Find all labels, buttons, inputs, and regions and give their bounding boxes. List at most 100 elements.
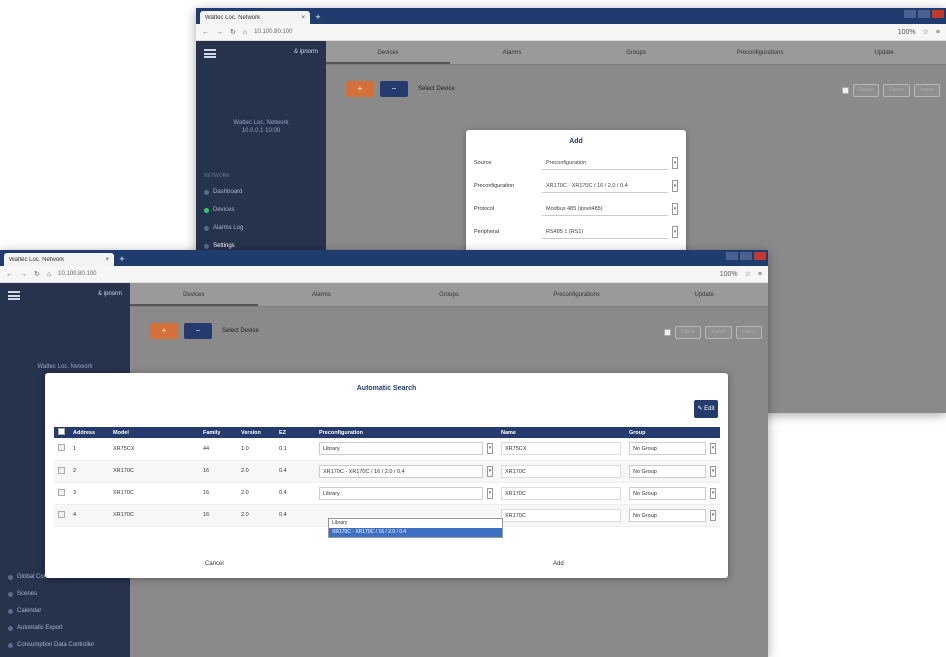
minimize-button[interactable] (726, 252, 738, 260)
peripheral-select[interactable]: RS485 1 (RS1) (542, 225, 668, 239)
select-all-checkbox[interactable] (663, 329, 671, 336)
browser-tab[interactable]: Wattec Loc. Network × (4, 253, 114, 266)
add-device-button[interactable]: + (150, 323, 178, 339)
name-input[interactable]: XR170C (501, 508, 621, 522)
import-button[interactable]: Import (913, 84, 940, 97)
chevron-down-icon[interactable]: ▾ (487, 465, 493, 477)
close-icon[interactable]: × (301, 15, 305, 21)
edit-button[interactable]: ✎ Edit (694, 400, 718, 418)
sidebar-item-devices[interactable]: Devices (204, 207, 234, 213)
url-field[interactable]: 10.100.80.100 (58, 271, 713, 277)
preconfiguration-select[interactable]: XR170C - XR170C / 16 / 2.0 / 0.4 (542, 179, 668, 193)
maximize-button[interactable] (740, 252, 752, 260)
back-icon[interactable]: ← (6, 271, 13, 278)
group-select[interactable]: No Group (629, 486, 706, 500)
new-tab-button[interactable]: + (117, 254, 127, 264)
chevron-down-icon[interactable]: ▾ (487, 487, 493, 499)
row-checkbox[interactable] (58, 488, 65, 496)
menu-icon[interactable]: ≡ (936, 29, 940, 36)
sidebar-item-scenes[interactable]: Scenes (8, 591, 37, 597)
tab-preconfigurations[interactable]: Preconfigurations (513, 283, 641, 306)
minimize-button[interactable] (904, 10, 916, 18)
family-cell: 16 (199, 482, 237, 505)
add-device-button[interactable]: + (346, 81, 374, 97)
row-checkbox[interactable] (58, 466, 65, 474)
export-button[interactable]: Export (883, 84, 910, 97)
tab-devices[interactable]: Devices (326, 41, 450, 64)
browser-tab[interactable]: Wattec Loc. Network × (200, 11, 310, 24)
delete-button[interactable]: Delete (852, 84, 880, 97)
model-cell: XR75CX (109, 438, 199, 461)
close-icon[interactable]: × (105, 257, 109, 263)
tab-alarms[interactable]: Alarms (450, 41, 574, 64)
back-icon[interactable]: ← (202, 29, 209, 36)
user-link[interactable]: & ipnorm (294, 49, 318, 55)
name-input[interactable]: XR75CX (501, 442, 621, 456)
group-select[interactable]: No Group (629, 442, 706, 456)
chevron-down-icon[interactable]: ▾ (710, 465, 716, 477)
chevron-down-icon[interactable]: ▾ (672, 180, 678, 192)
source-select[interactable]: Preconfiguration (542, 156, 668, 170)
new-tab-button[interactable]: + (313, 12, 323, 22)
tab-groups[interactable]: Groups (574, 41, 698, 64)
chevron-down-icon[interactable]: ▾ (487, 443, 493, 455)
reload-icon[interactable]: ↻ (230, 28, 236, 36)
tab-alarms[interactable]: Alarms (258, 283, 386, 306)
user-link[interactable]: & ipnorm (98, 291, 122, 297)
star-icon[interactable]: ☆ (745, 270, 751, 278)
close-window-button[interactable] (754, 252, 766, 260)
url-field[interactable]: 10.100.80.100 (254, 29, 891, 35)
name-input[interactable]: XR170C (501, 486, 621, 500)
select-all-checkbox[interactable] (58, 428, 65, 435)
column-header: Model (113, 429, 129, 436)
tab-update[interactable]: Update (822, 41, 946, 64)
preconfig-select[interactable]: Library (319, 486, 483, 500)
tab-devices[interactable]: Devices (130, 283, 258, 306)
close-window-button[interactable] (932, 10, 944, 18)
select-all-checkbox[interactable] (841, 87, 849, 94)
forward-icon[interactable]: → (216, 29, 223, 36)
chevron-down-icon[interactable]: ▾ (672, 226, 678, 238)
chevron-down-icon[interactable]: ▾ (672, 157, 678, 169)
maximize-button[interactable] (918, 10, 930, 18)
row-checkbox[interactable] (58, 444, 65, 452)
preconfig-select[interactable]: XR170C - XR170C / 16 / 2.0 / 0.4 (319, 464, 483, 478)
sidebar-item-calendar[interactable]: Calendar (8, 608, 41, 614)
hamburger-icon[interactable] (8, 291, 20, 300)
import-button[interactable]: Import (735, 326, 762, 339)
sidebar-item-automatic-export[interactable]: Automatic Export (8, 625, 63, 631)
preconfig-select[interactable]: Library (319, 442, 483, 456)
chevron-down-icon[interactable]: ▾ (710, 487, 716, 499)
sidebar-item-consumption-data[interactable]: Consumption Data Controller (8, 642, 94, 648)
home-icon[interactable]: ⌂ (47, 271, 51, 278)
delete-button[interactable]: Delete (674, 326, 702, 339)
remove-device-button[interactable]: − (184, 323, 212, 339)
tab-groups[interactable]: Groups (385, 283, 513, 306)
forward-icon[interactable]: → (20, 271, 27, 278)
chevron-down-icon[interactable]: ▾ (710, 509, 716, 521)
hamburger-icon[interactable] (204, 49, 216, 58)
add-button[interactable]: Add (553, 561, 564, 567)
reload-icon[interactable]: ↻ (34, 270, 40, 278)
dropdown-option[interactable]: Library (329, 519, 502, 528)
sidebar-item-dashboard[interactable]: Dashboard (204, 189, 242, 195)
sidebar-item-settings[interactable]: Settings (204, 243, 235, 249)
tab-update[interactable]: Update (640, 283, 768, 306)
home-icon[interactable]: ⌂ (243, 29, 247, 36)
cancel-button[interactable]: Cancel (205, 561, 224, 567)
row-checkbox[interactable] (58, 510, 65, 518)
star-icon[interactable]: ☆ (923, 28, 929, 36)
dropdown-option[interactable]: XR170C - XR170C / 16 / 2.0 / 0.4 (329, 528, 502, 537)
menu-icon[interactable]: ≡ (758, 271, 762, 278)
sidebar-item-alarms[interactable]: Alarms Log (204, 225, 243, 231)
chevron-down-icon[interactable]: ▾ (672, 203, 678, 215)
group-select[interactable]: No Group (629, 464, 706, 478)
ez-cell: 0.4 (275, 460, 315, 483)
remove-device-button[interactable]: − (380, 81, 408, 97)
chevron-down-icon[interactable]: ▾ (710, 443, 716, 455)
protocol-select[interactable]: Modbus 485 (ipnet485) (542, 202, 668, 216)
export-button[interactable]: Export (705, 326, 732, 339)
group-select[interactable]: No Group (629, 508, 706, 522)
tab-preconfigurations[interactable]: Preconfigurations (698, 41, 822, 64)
name-input[interactable]: XR170C (501, 464, 621, 478)
